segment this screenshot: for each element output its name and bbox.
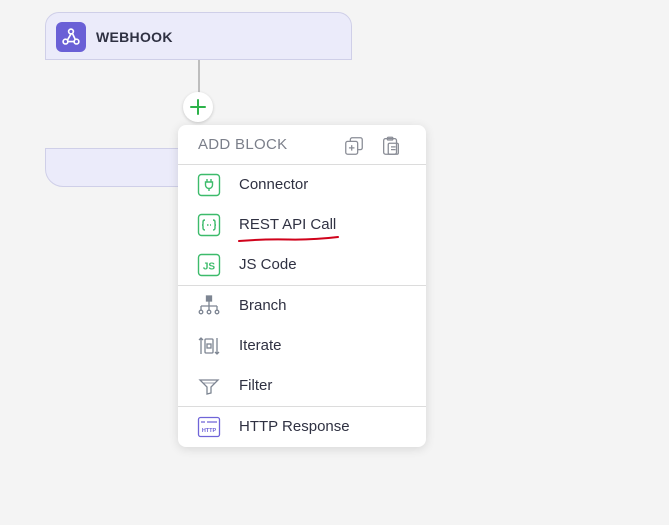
- menu-item-label: Branch: [239, 297, 287, 314]
- menu-item-label: REST API Call: [239, 216, 337, 233]
- plus-icon: [190, 99, 206, 115]
- trigger-title: WEBHOOK: [96, 29, 173, 45]
- menu-item-label: Filter: [239, 377, 273, 394]
- menu-item-js-code[interactable]: JS JS Code: [178, 245, 426, 285]
- menu-item-label: JS Code: [239, 256, 297, 273]
- menu-item-rest-api-call[interactable]: REST API Call: [178, 205, 426, 245]
- menu-item-label: Iterate: [239, 337, 282, 354]
- menu-item-filter[interactable]: Filter: [178, 366, 426, 406]
- workflow-canvas: WEBHOOK ADD BLOCK Connector REST API Cal…: [0, 0, 669, 525]
- menu-item-connector[interactable]: Connector: [178, 165, 426, 205]
- webhook-icon: [56, 22, 86, 52]
- js-icon: JS: [197, 253, 221, 277]
- plug-icon: [197, 173, 221, 197]
- menu-item-http-response[interactable]: HTTP HTTP Response: [178, 407, 426, 447]
- menu-section-code: Connector REST API Call JS JS Code: [178, 165, 426, 286]
- menu-item-branch[interactable]: Branch: [178, 286, 426, 326]
- menu-item-label: HTTP Response: [239, 418, 350, 435]
- menu-header-title: ADD BLOCK: [198, 136, 288, 153]
- connector-line: [198, 60, 200, 94]
- http-response-icon: HTTP: [197, 415, 221, 439]
- copy-icon[interactable]: [343, 135, 365, 157]
- iterate-icon: [197, 334, 221, 358]
- menu-section-flow: Branch Iterate Filter: [178, 286, 426, 407]
- svg-text:HTTP: HTTP: [202, 428, 217, 434]
- filter-icon: [197, 374, 221, 398]
- paste-icon[interactable]: [380, 135, 402, 157]
- branch-icon: [197, 294, 221, 318]
- menu-header: ADD BLOCK: [178, 125, 426, 165]
- webhook-trigger-block[interactable]: WEBHOOK: [45, 12, 352, 60]
- red-underline-annotation: [238, 236, 339, 242]
- menu-item-label: Connector: [239, 176, 309, 193]
- svg-text:JS: JS: [203, 262, 216, 273]
- add-block-menu: ADD BLOCK Connector REST API Call JS JS …: [178, 125, 426, 447]
- add-block-button[interactable]: [183, 92, 213, 122]
- menu-section-response: HTTP HTTP Response: [178, 407, 426, 447]
- api-braces-icon: [197, 213, 221, 237]
- menu-item-iterate[interactable]: Iterate: [178, 326, 426, 366]
